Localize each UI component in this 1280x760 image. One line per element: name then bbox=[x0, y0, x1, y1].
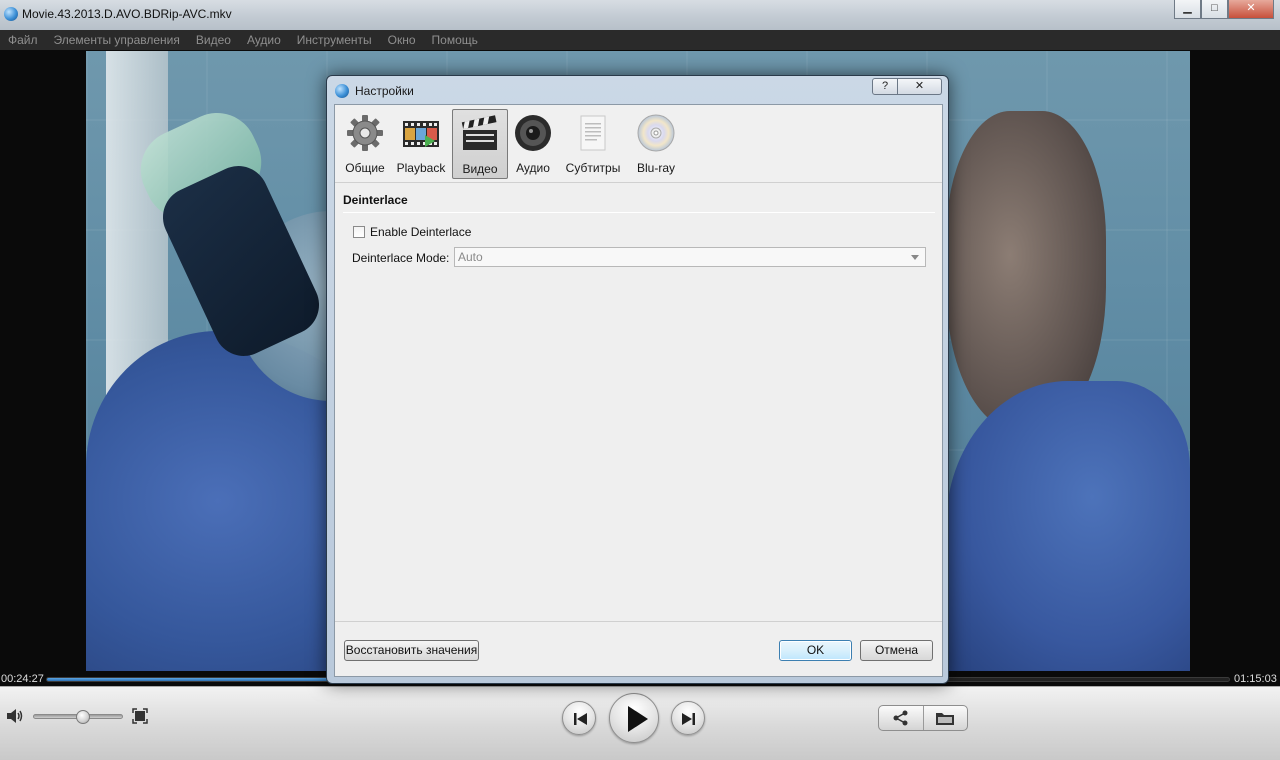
volume-icon[interactable] bbox=[6, 708, 24, 724]
menu-help[interactable]: Помощь bbox=[424, 30, 486, 50]
skip-next-icon bbox=[682, 713, 695, 725]
volume-slider-handle[interactable] bbox=[75, 710, 90, 724]
tab-audio-label: Аудио bbox=[516, 161, 550, 175]
app-logo-icon bbox=[4, 7, 18, 21]
gear-icon bbox=[347, 115, 383, 151]
tab-video[interactable]: Видео bbox=[452, 109, 508, 179]
deinterlace-mode-value: Auto bbox=[458, 250, 483, 264]
cancel-button[interactable]: Отмена bbox=[860, 640, 933, 661]
menu-file[interactable]: Файл bbox=[0, 30, 46, 50]
tab-subtitles[interactable]: Субтитры bbox=[561, 109, 625, 179]
playback-controls bbox=[0, 686, 1280, 760]
dialog-body: Общие Playback Видео Аудио Субтитры Blu-… bbox=[334, 104, 943, 677]
current-time: 00:24:27 bbox=[1, 673, 44, 685]
tab-general[interactable]: Общие bbox=[339, 109, 391, 179]
deinterlace-mode-select[interactable]: Auto bbox=[454, 247, 926, 267]
tab-general-label: Общие bbox=[345, 161, 385, 175]
window-controls: ▁ □ ✕ bbox=[1174, 0, 1274, 20]
window-title: Movie.43.2013.D.AVO.BDRip-AVC.mkv bbox=[22, 7, 232, 21]
minimize-button[interactable]: ▁ bbox=[1174, 0, 1201, 19]
open-file-button[interactable] bbox=[922, 706, 968, 730]
dialog-title: Настройки bbox=[355, 84, 414, 98]
enable-deinterlace-checkbox[interactable] bbox=[353, 226, 365, 238]
menu-audio[interactable]: Аудио bbox=[239, 30, 289, 50]
tab-bluray-label: Blu-ray bbox=[636, 161, 675, 175]
dialog-window-controls: ? ✕ bbox=[872, 78, 942, 95]
tab-playback[interactable]: Playback bbox=[393, 109, 449, 179]
play-icon bbox=[628, 706, 648, 732]
menu-video[interactable]: Видео bbox=[188, 30, 239, 50]
dialog-close-button[interactable]: ✕ bbox=[898, 78, 942, 95]
section-title: Deinterlace bbox=[343, 193, 408, 207]
deinterlace-mode-label: Deinterlace Mode: bbox=[352, 251, 450, 265]
share-button[interactable] bbox=[879, 706, 923, 730]
tab-subtitles-label: Субтитры bbox=[565, 161, 621, 175]
fullscreen-icon[interactable] bbox=[132, 708, 148, 724]
folder-icon bbox=[936, 713, 955, 725]
next-button[interactable] bbox=[671, 701, 705, 735]
previous-button[interactable] bbox=[562, 701, 596, 735]
document-icon bbox=[580, 115, 606, 151]
settings-dialog: Настройки ? ✕ Общие Playback Видео Аудио… bbox=[326, 75, 949, 684]
title-bar: Movie.43.2013.D.AVO.BDRip-AVC.mkv ▁ □ ✕ bbox=[0, 0, 1280, 30]
menu-controls[interactable]: Элементы управления bbox=[46, 30, 188, 50]
tab-audio[interactable]: Аудио bbox=[511, 109, 555, 179]
media-player-window: Movie.43.2013.D.AVO.BDRip-AVC.mkv ▁ □ ✕ … bbox=[0, 0, 1280, 760]
settings-tabs: Общие Playback Видео Аудио Субтитры Blu-… bbox=[335, 105, 942, 183]
menu-tools[interactable]: Инструменты bbox=[289, 30, 380, 50]
menu-bar: Файл Элементы управления Видео Аудио Инс… bbox=[0, 30, 1280, 50]
chevron-down-icon bbox=[911, 255, 919, 260]
section-divider bbox=[343, 212, 935, 213]
play-button[interactable] bbox=[609, 693, 659, 743]
disc-icon bbox=[637, 114, 675, 152]
restore-defaults-button[interactable]: Восстановить значения bbox=[344, 640, 479, 661]
ok-button[interactable]: OK bbox=[779, 640, 852, 661]
close-window-button[interactable]: ✕ bbox=[1228, 0, 1274, 19]
film-strip-icon bbox=[403, 121, 439, 147]
maximize-button[interactable]: □ bbox=[1201, 0, 1228, 19]
tab-playback-label: Playback bbox=[396, 161, 446, 175]
share-icon bbox=[893, 710, 908, 726]
menu-window[interactable]: Окно bbox=[380, 30, 424, 50]
dialog-help-button[interactable]: ? bbox=[872, 78, 898, 95]
tab-video-label: Видео bbox=[462, 162, 498, 176]
share-open-group bbox=[878, 705, 968, 731]
skip-previous-icon bbox=[574, 713, 587, 725]
clapperboard-icon bbox=[461, 115, 497, 150]
tab-bluray[interactable]: Blu-ray bbox=[629, 109, 683, 179]
dialog-app-icon bbox=[335, 84, 349, 98]
footer-divider bbox=[335, 621, 942, 622]
total-time: 01:15:03 bbox=[1234, 673, 1277, 685]
enable-deinterlace-label[interactable]: Enable Deinterlace bbox=[370, 225, 471, 239]
speaker-icon bbox=[515, 115, 551, 151]
